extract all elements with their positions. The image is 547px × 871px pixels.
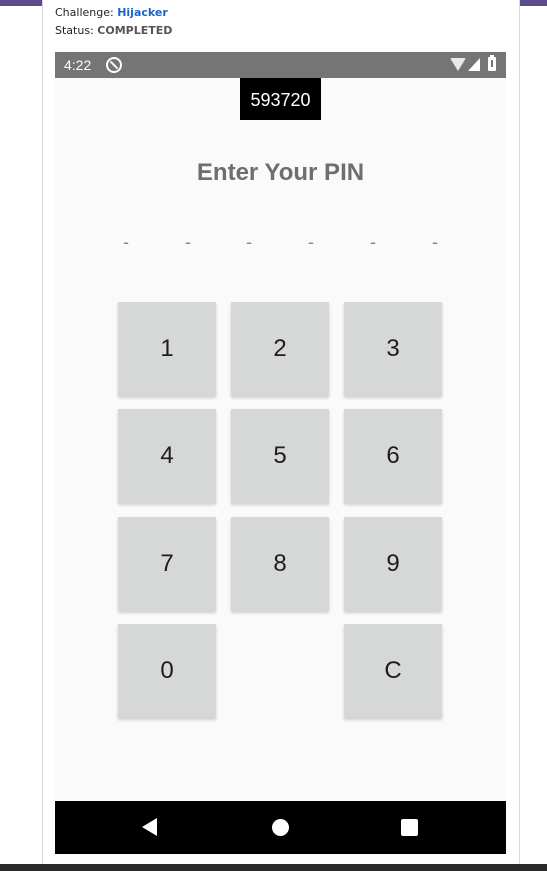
pin-slot: - bbox=[308, 232, 314, 252]
key-8-button[interactable]: 8 bbox=[231, 517, 329, 611]
taskbar-strip bbox=[0, 864, 547, 871]
key-7-button[interactable]: 7 bbox=[118, 517, 216, 611]
key-2-button[interactable]: 2 bbox=[231, 302, 329, 396]
key-3-button[interactable]: 3 bbox=[344, 302, 442, 396]
pin-slot: - bbox=[246, 232, 252, 252]
challenge-line: Challenge: Hijacker bbox=[55, 6, 168, 19]
key-1-button[interactable]: 1 bbox=[118, 302, 216, 396]
signal-icon bbox=[468, 58, 480, 71]
key-0-button[interactable]: 0 bbox=[118, 624, 216, 718]
key-9-button[interactable]: 9 bbox=[344, 517, 442, 611]
key-5-button[interactable]: 5 bbox=[231, 409, 329, 503]
phone-screen: 4:22 593720 Enter Your PIN - - - - - - 1… bbox=[55, 52, 506, 854]
page-title: Enter Your PIN bbox=[196, 159, 365, 186]
key-4-button[interactable]: 4 bbox=[118, 409, 216, 503]
pin-slot: - bbox=[185, 232, 191, 252]
android-nav-bar bbox=[55, 801, 506, 854]
code-badge: 593720 bbox=[240, 78, 321, 120]
challenge-link[interactable]: Hijacker bbox=[117, 6, 168, 19]
key-6-button[interactable]: 6 bbox=[344, 409, 442, 503]
sync-icon bbox=[106, 57, 122, 73]
pin-slot: - bbox=[370, 232, 376, 252]
pin-slot: - bbox=[432, 232, 438, 252]
challenge-label: Challenge: bbox=[55, 6, 114, 19]
status-value: COMPLETED bbox=[97, 24, 173, 37]
battery-icon bbox=[488, 55, 496, 71]
clear-button[interactable]: C bbox=[344, 624, 442, 718]
status-line: Status: COMPLETED bbox=[55, 24, 172, 37]
pin-slot: - bbox=[123, 232, 129, 252]
recents-icon[interactable] bbox=[401, 819, 418, 836]
home-icon[interactable] bbox=[272, 819, 289, 836]
wifi-icon bbox=[450, 58, 466, 71]
back-icon[interactable] bbox=[142, 818, 157, 836]
status-label: Status: bbox=[55, 24, 94, 37]
android-status-bar: 4:22 bbox=[55, 52, 506, 78]
status-time: 4:22 bbox=[64, 57, 92, 73]
